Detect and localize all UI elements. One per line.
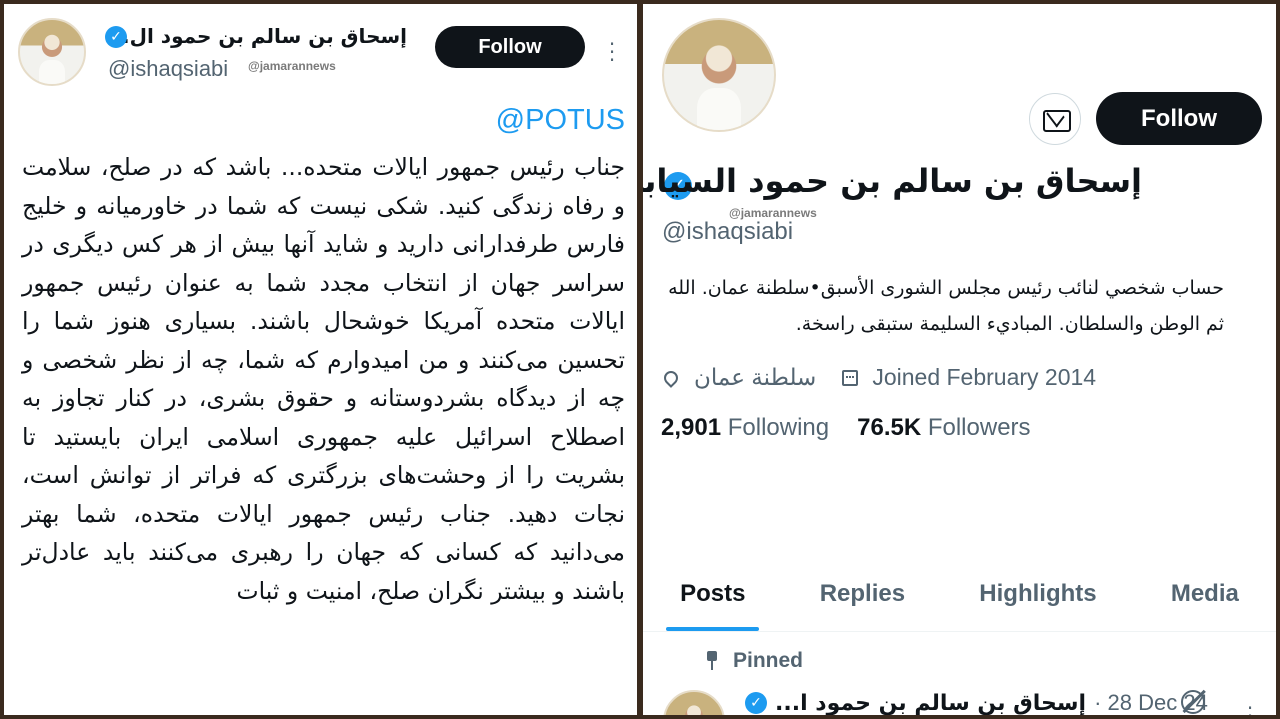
tweet-panel: إسحاق بن سالم بن حمود ال... ✓ @ishaqsiab… <box>4 4 637 715</box>
grok-icon[interactable] <box>1181 690 1205 714</box>
profile-joined: Joined February 2014 <box>872 364 1097 390</box>
tab-replies[interactable]: Replies <box>820 564 905 631</box>
pin-icon <box>705 651 719 671</box>
profile-avatar[interactable] <box>662 18 776 132</box>
calendar-icon <box>842 369 859 386</box>
mention-link[interactable]: @POTUS <box>496 104 625 137</box>
profile-location: سلطنة عمان <box>694 364 817 390</box>
following-link[interactable]: 2,901 Following <box>661 414 829 442</box>
follow-button[interactable]: Follow <box>1096 92 1262 145</box>
mail-icon[interactable] <box>1029 93 1081 145</box>
author-name[interactable]: إسحاق بن سالم بن حمود ال... <box>107 24 407 48</box>
tab-media[interactable]: Media <box>1171 564 1239 631</box>
tab-posts[interactable]: Posts <box>666 564 760 631</box>
followers-link[interactable]: 76.5K Followers <box>857 414 1030 442</box>
followers-count: 76.5K <box>857 414 922 441</box>
follow-button[interactable]: Follow <box>435 26 585 68</box>
following-count: 2,901 <box>661 414 722 441</box>
verified-badge-icon: ✓ <box>105 26 127 48</box>
pinned-indicator: Pinned <box>705 649 803 673</box>
profile-handle: @ishaqsiabi <box>662 218 794 245</box>
profile-meta: سلطنة عمان Joined February 2014 <box>661 364 1097 391</box>
post-author-name[interactable]: إسحاق بن سالم بن حمود ا... <box>775 691 1086 716</box>
profile-stats: 2,901 Following 76.5K Followers <box>661 414 1031 442</box>
post-header: ✓ إسحاق بن سالم بن حمود ا... · 28 Dec 24 <box>745 690 1208 715</box>
profile-panel: Follow ✓ إسحاق بن سالم بن حمود السيابي @… <box>643 4 1276 715</box>
profile-name: إسحاق بن سالم بن حمود السيابي <box>643 162 1142 200</box>
following-label: Following <box>727 414 830 441</box>
profile-bio: حساب شخصي لنائب رئيس مجلس الشورى الأسبق•… <box>668 277 1224 335</box>
profile-tabs: Posts Replies Highlights Media <box>643 564 1276 632</box>
author-handle[interactable]: @ishaqsiabi <box>108 56 228 82</box>
more-icon[interactable]: ··· <box>607 34 617 70</box>
pinned-label: Pinned <box>733 649 804 672</box>
location-icon <box>661 367 681 388</box>
post-avatar[interactable] <box>663 690 725 715</box>
author-avatar[interactable] <box>18 18 86 86</box>
verified-badge-icon: ✓ <box>745 692 767 714</box>
followers-label: Followers <box>927 414 1031 441</box>
tweet-body: جناب رئیس جمهور ایالات متحده... باشد که … <box>22 153 625 605</box>
watermark: @jamarannews <box>248 59 336 73</box>
more-icon[interactable]: ··· <box>1245 698 1255 715</box>
tab-highlights[interactable]: Highlights <box>979 564 1096 631</box>
